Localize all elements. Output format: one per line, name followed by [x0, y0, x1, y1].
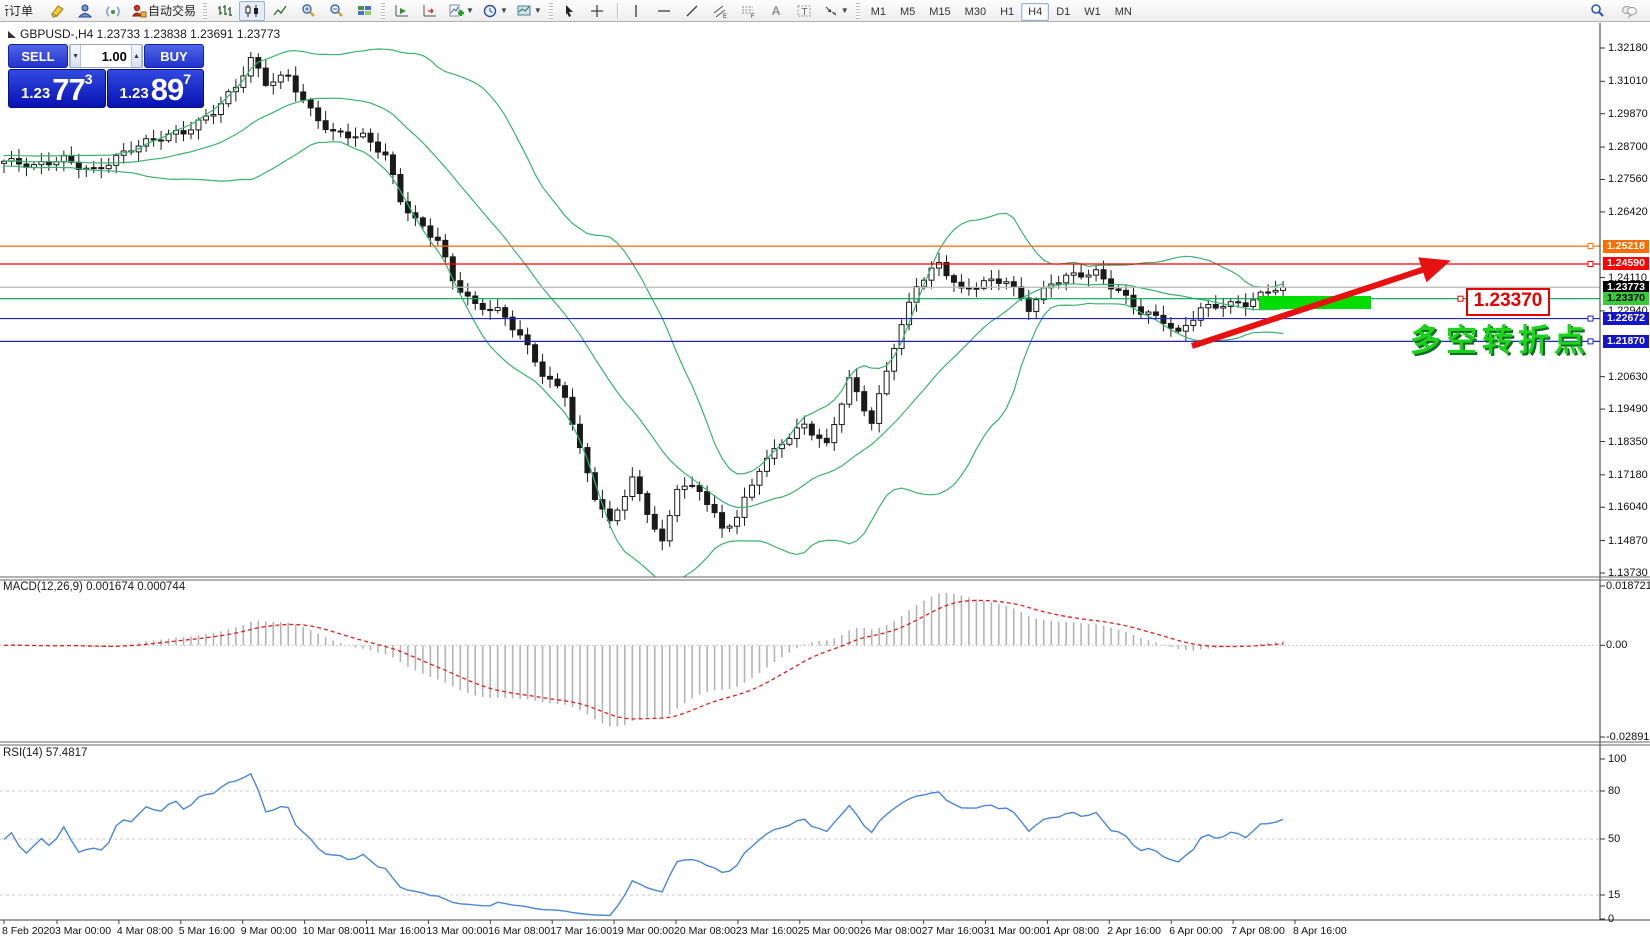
- price-badge: 1.24590: [1603, 257, 1649, 271]
- rsi-axis-label: 50: [1608, 833, 1621, 845]
- macd-label: MACD(12,26,9) 0.001674 0.000744: [3, 581, 186, 593]
- price-badge: 1.25218: [1603, 239, 1649, 253]
- time-axis-label: 8 Feb 2020: [2, 925, 56, 937]
- time-axis-label: 10 Mar 08:00: [302, 925, 365, 937]
- buy-price-pip: 7: [183, 71, 191, 87]
- time-axis-label: 7 Apr 08:00: [1231, 925, 1285, 937]
- chart-title: GBPUSD-,H4 1.23733 1.23838 1.23691 1.237…: [8, 27, 280, 41]
- volume-input[interactable]: [81, 45, 131, 67]
- hline-handle[interactable]: [1587, 243, 1594, 250]
- buy-price-main: 89: [150, 72, 184, 107]
- time-axis-label: 25 Mar 00:00: [797, 925, 860, 937]
- price-box-handle[interactable]: [1457, 295, 1464, 302]
- price-tick-label: 1.20630: [1608, 370, 1648, 383]
- time-axis-label: 27 Mar 16:00: [921, 925, 984, 937]
- time-axis-label: 2 Apr 16:00: [1107, 925, 1162, 937]
- time-axis-label: 16 Mar 08:00: [488, 925, 551, 937]
- price-badge: 1.23370: [1603, 292, 1649, 306]
- sell-price-main: 77: [52, 72, 85, 107]
- rsi-layer: [0, 772, 1600, 917]
- hline-handle[interactable]: [1587, 260, 1594, 267]
- price-tick-label: 1.16040: [1608, 501, 1648, 514]
- price-tick-label: 1.27560: [1608, 173, 1648, 186]
- time-axis-label: 9 Mar 00:00: [240, 925, 297, 937]
- time-axis-label: 8 Apr 16:00: [1293, 925, 1347, 937]
- time-axis-label: 19 Mar 00:00: [612, 925, 674, 937]
- rsi-axis-label: 80: [1608, 785, 1621, 797]
- time-axis-label: 11 Mar 16:00: [364, 925, 426, 937]
- price-tick-label: 1.31010: [1608, 75, 1648, 88]
- price-tick-label: 1.28700: [1608, 141, 1648, 154]
- macd-axis-label: -0.028913: [1606, 731, 1650, 743]
- time-axis-label: 20 Mar 08:00: [674, 925, 736, 937]
- time-axis-label: 23 Mar 16:00: [735, 925, 798, 937]
- time-axis-label: 31 Mar 00:00: [983, 925, 1046, 937]
- chart-canvas[interactable]: [0, 0, 1650, 942]
- macd-layer: [0, 593, 1600, 727]
- macd-axis-label: 0.018721: [1606, 580, 1650, 592]
- volume-control: ▼ ▲: [69, 44, 143, 68]
- one-click-trading-panel: SELL ▼ ▲ BUY 1.23 77 3 1.23 89 7: [8, 44, 204, 108]
- time-axis-label: 3 Mar 00:00: [55, 925, 112, 937]
- symbol-triangle-icon: [8, 31, 16, 38]
- price-badge: 1.22672: [1603, 312, 1649, 326]
- time-axis-label: 4 Mar 08:00: [116, 925, 173, 937]
- volume-decrease-button[interactable]: ▼: [70, 45, 82, 67]
- price-tick-label: 1.13730: [1608, 567, 1648, 579]
- turning-point-note: 多空转折点: [1410, 323, 1590, 358]
- time-axis-label: 17 Mar 16:00: [550, 925, 613, 937]
- time-axis-label: 6 Apr 00:00: [1169, 925, 1223, 937]
- price-tick-label: 1.18350: [1608, 435, 1648, 448]
- main-chart-layer: [1, 48, 1287, 577]
- rsi-label: RSI(14) 57.4817: [3, 747, 88, 759]
- price-tick-label: 1.26420: [1608, 205, 1648, 218]
- trend-arrow[interactable]: [1191, 257, 1451, 349]
- macd-axis-label: 0.00: [1606, 639, 1628, 652]
- price-annotation-box[interactable]: 1.23370: [1466, 288, 1550, 316]
- price-tick-label: 1.32180: [1608, 42, 1648, 54]
- time-axis-label: 5 Mar 16:00: [178, 925, 235, 937]
- buy-price-display[interactable]: 1.23 89 7: [106, 69, 204, 108]
- time-axis-label: 26 Mar 08:00: [859, 925, 922, 937]
- price-tick-label: 1.17180: [1608, 468, 1648, 481]
- buy-price-prefix: 1.23: [119, 85, 149, 102]
- time-axis-label: 13 Mar 00:00: [426, 925, 489, 937]
- rsi-axis-label: 15: [1608, 889, 1621, 901]
- time-axis-label: 1 Apr 08:00: [1045, 925, 1100, 937]
- buy-button[interactable]: BUY: [144, 44, 204, 68]
- sell-price-display[interactable]: 1.23 77 3: [8, 69, 106, 108]
- price-tick-label: 1.14870: [1608, 534, 1648, 547]
- mt4-window: 新订单 自动交易: [0, 0, 1650, 942]
- sell-button[interactable]: SELL: [8, 44, 68, 68]
- sell-price-prefix: 1.23: [21, 85, 51, 102]
- price-tick-label: 1.29870: [1608, 107, 1648, 120]
- rsi-axis-label: 0: [1608, 913, 1615, 925]
- price-tick-label: 1.19490: [1608, 403, 1648, 416]
- price-badge: 1.21870: [1603, 334, 1649, 348]
- rsi-axis-label: 100: [1608, 753, 1627, 765]
- sell-price-pip: 3: [84, 71, 93, 87]
- volume-increase-button[interactable]: ▲: [130, 45, 143, 67]
